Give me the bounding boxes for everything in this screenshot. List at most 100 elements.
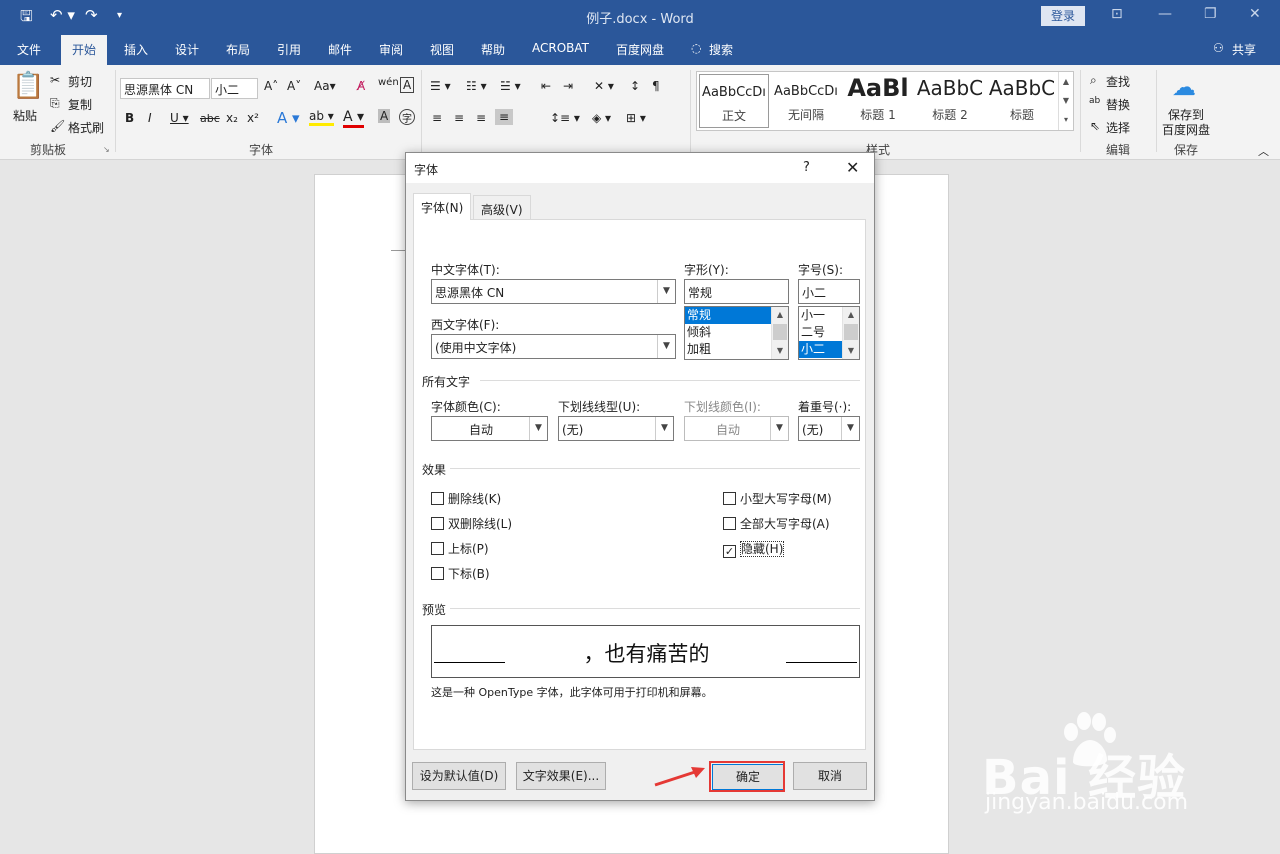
decrease-indent-icon[interactable]: ⇤ [541,79,551,93]
checkbox-box[interactable] [431,567,444,580]
tab-search[interactable]: 搜索 [709,41,733,58]
ribbon-display-icon[interactable]: ⊡ [1111,6,1123,22]
bold-icon[interactable]: B [125,111,134,125]
chevron-down-icon[interactable]: ▼ [655,417,673,440]
line-spacing-icon[interactable]: ↕≡ ▾ [550,111,580,125]
tab-font[interactable]: 字体(N) [413,193,472,220]
strikethrough-icon[interactable]: abc [200,112,220,125]
scrollbar[interactable]: ▲ ▼ [771,307,788,359]
checkbox-box[interactable] [431,517,444,530]
tab-design[interactable]: 设计 [175,41,199,58]
set-default-button[interactable]: 设为默认值(D) [412,762,506,790]
copy-button[interactable]: 复制 [68,96,92,113]
style-normal[interactable]: AaBbCcDı 正文 [699,74,769,128]
west-font-combo[interactable]: (使用中文字体) ▼ [431,334,676,359]
checkbox-box[interactable] [723,492,736,505]
maximize-icon[interactable]: ❐ [1204,6,1217,22]
format-painter-button[interactable]: 格式刷 [68,119,104,136]
login-button[interactable]: 登录 [1041,6,1085,26]
align-left-icon[interactable]: ≡ [432,111,442,125]
share-icon[interactable]: ⚇ [1213,41,1224,55]
style-title[interactable]: AaBbC 标题 [987,74,1057,128]
style-no-spacing[interactable]: AaBbCcDı 无间隔 [771,74,841,128]
underline-icon[interactable]: U ▾ [170,111,189,125]
find-button[interactable]: 查找 [1106,73,1130,90]
grow-font-icon[interactable]: A˄ [264,79,278,93]
increase-indent-icon[interactable]: ⇥ [563,79,573,93]
font-color-icon[interactable]: A ▾ [343,109,365,128]
chevron-down-icon[interactable]: ▼ [657,280,675,303]
double-strikethrough-checkbox[interactable]: 双删除线(L) [431,515,512,532]
show-marks-icon[interactable]: ¶ [652,79,660,93]
paste-icon[interactable]: 📋 [12,71,44,101]
borders-icon[interactable]: ⊞ ▾ [626,111,646,125]
paste-button[interactable]: 粘贴 [13,107,37,124]
checkbox-box[interactable] [431,542,444,555]
select-button[interactable]: 选择 [1106,119,1130,136]
baidu-netdisk-icon[interactable]: ☁ [1172,73,1196,101]
shrink-font-icon[interactable]: A˅ [287,79,301,93]
italic-icon[interactable]: I [148,111,152,125]
char-border-icon[interactable]: A [400,77,415,93]
all-caps-checkbox[interactable]: 全部大写字母(A) [723,515,830,532]
bullets-icon[interactable]: ☰ ▾ [430,79,451,93]
close-window-icon[interactable]: ✕ [1249,6,1261,22]
checkbox-box[interactable] [723,517,736,530]
chevron-down-icon[interactable]: ▼ [529,417,547,440]
minimize-icon[interactable]: — [1158,6,1172,22]
format-painter-icon[interactable]: 🖌 [50,119,65,133]
checkbox-box[interactable] [431,492,444,505]
share-button[interactable]: 共享 [1232,41,1256,58]
find-icon[interactable]: ⌕ [1090,73,1097,88]
align-center-icon[interactable]: ≡ [454,111,464,125]
search-icon[interactable]: ◌ [691,41,701,55]
replace-button[interactable]: 替换 [1106,96,1130,113]
superscript-icon[interactable]: x² [247,111,259,125]
close-dialog-icon[interactable]: ✕ [846,158,859,177]
save-to-baidu-label2[interactable]: 百度网盘 [1162,121,1210,138]
highlight-icon[interactable]: ab ▾ [309,109,334,126]
tab-mailings[interactable]: 邮件 [328,41,352,58]
font-style-list[interactable]: 常规 倾斜 加粗 ▲ ▼ [684,306,789,360]
chinese-layout-icon[interactable]: ✕ ▾ [594,79,614,93]
font-color-combo[interactable]: 自动 ▼ [431,416,548,441]
clear-format-icon[interactable]: A̸ [357,79,365,93]
tab-advanced[interactable]: 高级(V) [473,195,531,219]
cut-button[interactable]: 剪切 [68,73,92,90]
styles-scroll[interactable]: ▲ ▼ ▾ [1058,72,1073,130]
font-size-list[interactable]: 小一 二号 小二 ▲ ▼ [798,306,860,360]
font-style-input[interactable]: 常规 [684,279,789,304]
underline-style-combo[interactable]: (无) ▼ [558,416,674,441]
subscript-checkbox[interactable]: 下标(B) [431,565,490,582]
align-right-icon[interactable]: ≡ [476,111,486,125]
tab-layout[interactable]: 布局 [226,41,250,58]
style-heading-1[interactable]: AaBl 标题 1 [843,74,913,128]
justify-icon[interactable]: ≡ [495,109,514,125]
cut-icon[interactable]: ✂ [50,73,60,87]
tab-file[interactable]: 文件 [17,41,41,58]
collapse-ribbon-icon[interactable]: ︿ [1258,143,1269,159]
chevron-down-icon[interactable]: ▼ [841,417,859,440]
phonetic-guide-icon[interactable]: wén [378,77,399,88]
tab-help[interactable]: 帮助 [481,41,505,58]
chevron-down-icon[interactable]: ▼ [657,335,675,358]
font-size-input[interactable]: 小二 [798,279,860,304]
scrollbar[interactable]: ▲ ▼ [842,307,859,359]
text-effects-button[interactable]: 文字效果(E)... [516,762,606,790]
tab-home[interactable]: 开始 [61,35,108,65]
tab-insert[interactable]: 插入 [124,41,148,58]
copy-icon[interactable]: ⎘ [50,96,60,111]
style-heading-2[interactable]: AaBbC 标题 2 [915,74,985,128]
tab-view[interactable]: 视图 [430,41,454,58]
char-shading-icon[interactable]: A [378,109,391,123]
cancel-button[interactable]: 取消 [793,762,867,790]
font-size-select[interactable]: 小二 [211,78,258,99]
cn-font-combo[interactable]: 思源黑体 CN ▼ [431,279,676,304]
text-effects-icon[interactable]: A ▾ [277,109,300,127]
numbering-icon[interactable]: ☷ ▾ [466,79,487,93]
shading-icon[interactable]: ◈ ▾ [592,111,611,125]
tab-baidu-netdisk[interactable]: 百度网盘 [616,41,664,58]
strikethrough-checkbox[interactable]: 删除线(K) [431,490,501,507]
help-button[interactable]: ? [803,160,810,175]
sort-icon[interactable]: ↕ [630,79,640,93]
